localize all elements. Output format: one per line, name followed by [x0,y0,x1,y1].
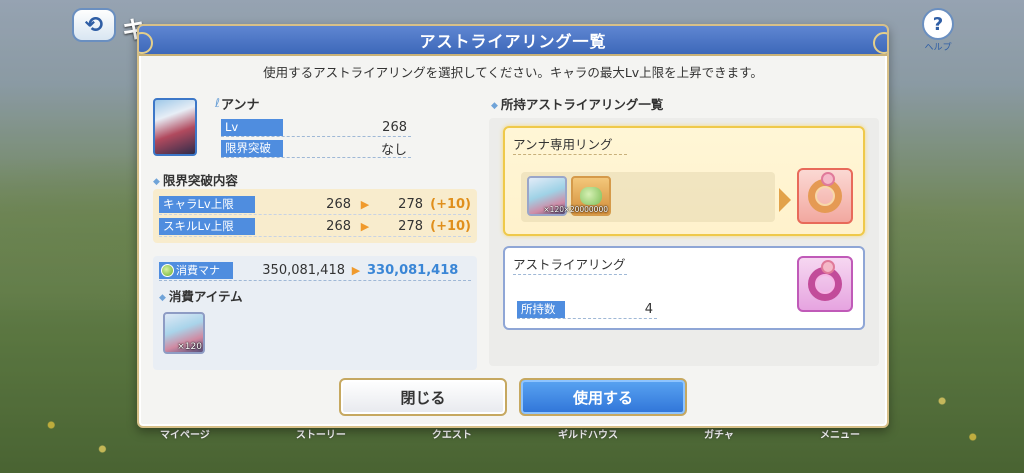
mana-label: 消費マナ [159,262,233,279]
use-button[interactable]: 使用する [519,378,687,416]
right-arrow-icon [779,188,791,212]
limit-break-box: キャラLv上限 268 ▶ 278 (+10) スキルLv上限 268 ▶ 27… [153,189,477,243]
limit-row-label: キャラLv上限 [159,196,255,213]
limit-row-delta: (+10) [430,219,471,234]
owned-count-row: 所持数 4 [517,300,657,319]
divider [513,154,627,155]
level-value: 268 [382,119,407,135]
mana-bag-icon: ×20000000 [564,176,611,216]
ring-list-panel: アンナ専用リング ×120 ×20000000 アストライアリング 所持数 4 [489,118,879,366]
dialog-instruction: 使用するアストライアリングを選択してください。キャラの最大Lv上限を上昇できます… [263,65,763,80]
limit-break-label: 限界突破 [221,139,283,157]
level-row: Lv 268 [221,118,411,137]
help-label: ヘルプ [924,43,952,53]
item-count: ×120 [177,342,202,352]
limit-row-from: 268 [326,197,351,212]
limit-break-row: 限界突破 なし [221,139,411,158]
bottom-navigation: マイページ ストーリー クエスト ギルドハウス ガチャ メニュー [140,426,880,446]
mana-label-text: 消費マナ [176,264,220,277]
close-button[interactable]: 閉じる [339,378,507,416]
name-marker-icon: ℓ [215,96,220,110]
astraea-ring-icon [797,256,853,312]
limit-row-from: 268 [326,219,351,234]
limit-row-character-lv: キャラLv上限 268 ▶ 278 (+10) [159,195,471,215]
memory-piece-icon[interactable]: ×120 [163,312,205,354]
back-button[interactable]: ⟲ [72,8,116,42]
nav-item-mypage[interactable]: マイページ [160,426,210,446]
ring-card-title: アンナ専用リング [513,137,613,152]
help-button[interactable]: ? ヘルプ [920,8,956,60]
mana-current: 350,081,418 [262,263,345,278]
mana-after: 330,081,418 [367,263,459,278]
character-avatar [153,98,197,156]
material-count: ×20000000 [563,205,608,214]
ring-card-title: アストライアリング [513,257,626,272]
items-section-title: 消費アイテム [159,286,243,305]
character-name: アンナ [221,98,260,113]
ring-card-astraea[interactable]: アストライアリング 所持数 4 [503,246,865,330]
owned-label: 所持数 [517,300,565,318]
limit-break-value: なし [380,142,407,158]
limit-row-to: 278 [398,197,423,212]
exclusive-ring-icon [797,168,853,224]
dialog-header: アストライアリング一覧 [139,26,887,56]
limit-row-delta: (+10) [430,197,471,212]
materials-tray: ×120 ×20000000 [521,172,775,222]
material-count: ×120 [543,205,564,214]
mana-row: 消費マナ 350,081,418 ▶ 330,081,418 [159,261,471,281]
cost-box: 消費マナ 350,081,418 ▶ 330,081,418 消費アイテム ×1… [153,256,477,370]
rings-section-title: 所持アストライアリング一覧 [491,94,664,113]
ring-shape [808,260,842,301]
right-arrow-icon: ▶ [360,198,370,211]
back-arrow-icon: ⟲ [84,12,104,38]
limit-row-label: スキルLv上限 [159,218,255,235]
right-arrow-icon: ▶ [351,264,361,277]
memory-piece-icon: ×120 [527,176,567,216]
limit-row-skill-lv: スキルLv上限 268 ▶ 278 (+10) [159,217,471,237]
ring-card-exclusive[interactable]: アンナ専用リング ×120 ×20000000 [503,126,865,236]
nav-item-gacha[interactable]: ガチャ [704,426,734,446]
limit-break-section-title: 限界突破内容 [153,170,238,189]
limit-row-to: 278 [398,219,423,234]
level-label: Lv [221,118,283,136]
mana-icon [161,264,174,277]
divider [513,274,627,275]
ring-shape [808,172,842,213]
coins-icon [580,187,602,205]
nav-item-guildhouse[interactable]: ギルドハウス [558,426,618,446]
right-arrow-icon: ▶ [360,220,370,233]
nav-item-story[interactable]: ストーリー [296,426,346,446]
nav-item-quest[interactable]: クエスト [432,426,472,446]
ring-list-dialog: アストライアリング一覧 使用するアストライアリングを選択してください。キャラの最… [137,24,889,428]
nav-item-menu[interactable]: メニュー [820,426,860,446]
question-icon: ? [922,8,954,40]
dialog-title: アストライアリング一覧 [419,32,607,51]
owned-value: 4 [644,301,653,317]
